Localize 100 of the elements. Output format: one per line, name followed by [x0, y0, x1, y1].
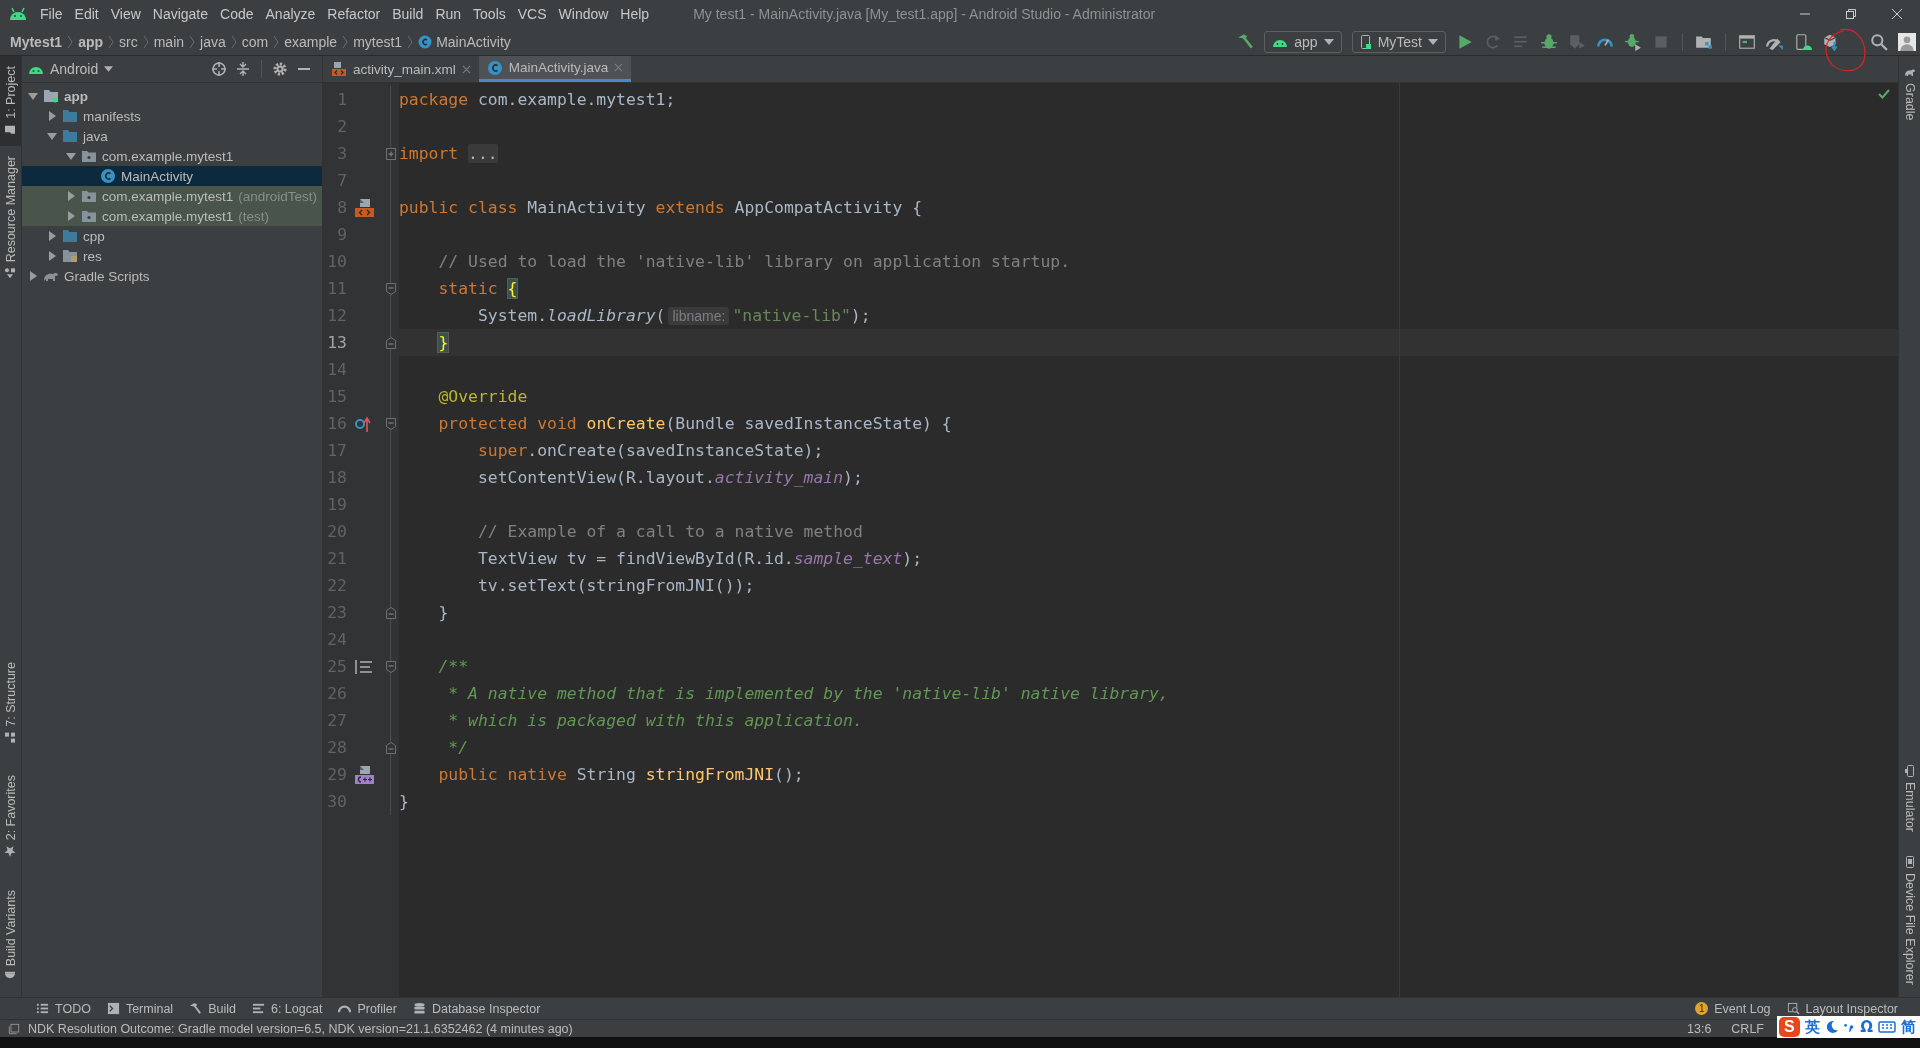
collapse-fold-icon[interactable] — [384, 605, 397, 620]
line-separator[interactable]: CRLF — [1727, 1021, 1768, 1036]
collapse-fold-icon[interactable] — [384, 659, 397, 674]
ime-logo[interactable]: S — [1779, 1017, 1800, 1037]
tool-window-button[interactable]: 6: Logcat — [243, 998, 331, 1019]
breadcrumb-item[interactable]: java — [200, 33, 226, 50]
panel-toggle-icon[interactable] — [8, 1022, 20, 1035]
menu-item[interactable]: Code — [214, 6, 260, 22]
tree-item[interactable]: res — [22, 246, 322, 266]
tool-window-button[interactable]: Terminal — [98, 998, 182, 1019]
tree-item[interactable]: cpp — [22, 226, 322, 246]
collapsed-arrow-icon[interactable] — [47, 251, 57, 261]
menu-item[interactable]: Run — [429, 6, 468, 22]
tool-window-button[interactable]: Database Inspector — [404, 998, 549, 1019]
menu-item[interactable]: File — [34, 6, 69, 22]
search-icon[interactable] — [1870, 32, 1888, 51]
tree-item[interactable]: MainActivity — [22, 166, 322, 186]
native-file-icon[interactable] — [352, 764, 376, 785]
caret-icon — [1428, 38, 1438, 45]
ime-button[interactable]: 简 — [1900, 1017, 1916, 1037]
tree-item[interactable]: java — [22, 126, 322, 146]
android-logo-icon — [8, 7, 28, 21]
tool-window-button[interactable]: Layout Inspector — [1778, 998, 1906, 1019]
editor-tab[interactable]: activity_main.xml — [323, 56, 479, 82]
ime-button[interactable]: 英 — [1804, 1017, 1820, 1037]
moon-icon[interactable] — [1824, 1020, 1839, 1034]
breadcrumb-item[interactable]: main — [153, 33, 185, 50]
menu-item[interactable]: Edit — [68, 6, 105, 22]
expanded-arrow-icon[interactable] — [28, 91, 38, 101]
expanded-arrow-icon[interactable] — [47, 131, 57, 141]
tool-window-tab[interactable]: Gradle — [1899, 56, 1920, 131]
keyboard-icon[interactable] — [1878, 1020, 1897, 1034]
phone-android-icon[interactable] — [1794, 32, 1812, 51]
bug-icon[interactable] — [1540, 32, 1558, 51]
menu-item[interactable]: View — [104, 6, 147, 22]
breadcrumb-item[interactable]: Mytest1 — [10, 33, 63, 50]
caret-position[interactable]: 13:6 — [1683, 1021, 1716, 1036]
expanded-arrow-icon[interactable] — [66, 151, 76, 161]
tree-item[interactable]: Gradle Scripts — [22, 266, 322, 286]
tool-window-button[interactable]: TODO — [28, 998, 99, 1019]
collapsed-arrow-icon[interactable] — [66, 191, 76, 201]
collapsed-arrow-icon[interactable] — [66, 211, 76, 221]
tool-window-button[interactable]: 1 Event Log — [1687, 998, 1779, 1019]
collapse-all-icon[interactable] — [235, 61, 251, 77]
tree-item[interactable]: com.example.mytest1 (androidTest) — [22, 186, 322, 206]
collapsed-arrow-icon[interactable] — [47, 231, 57, 241]
project-view-dropdown[interactable]: Android — [28, 61, 114, 77]
menu-item[interactable]: Analyze — [259, 6, 322, 22]
breadcrumb-item[interactable]: app — [78, 33, 104, 50]
editor-tab[interactable]: MainActivity.java — [478, 56, 632, 82]
collapse-fold-icon[interactable] — [384, 740, 397, 755]
menu-item[interactable]: VCS — [511, 6, 553, 22]
collapse-fold-icon[interactable] — [384, 416, 397, 431]
gear-icon[interactable] — [272, 61, 288, 77]
tree-item[interactable]: manifests — [22, 106, 322, 126]
play-icon[interactable] — [1456, 32, 1474, 51]
tool-window-tab[interactable]: Device File Explorer — [1899, 844, 1920, 997]
run-config-dropdown[interactable]: app — [1264, 30, 1342, 53]
menu-item[interactable]: Refactor — [321, 6, 387, 22]
hammer-icon[interactable] — [1236, 32, 1255, 51]
tool-window-button[interactable]: Profiler — [330, 998, 405, 1019]
avatar-icon[interactable] — [1898, 32, 1916, 51]
tree-item[interactable]: com.example.mytest1 — [22, 146, 322, 166]
menu-item[interactable]: Build — [386, 6, 430, 22]
menu-item[interactable]: Help — [614, 6, 656, 22]
ime-button[interactable]: Ω — [1860, 1018, 1874, 1036]
code-line: @Override — [437, 387, 528, 406]
tool-window-tab[interactable]: 2: Favorites — [0, 757, 21, 872]
close-icon[interactable] — [461, 64, 471, 74]
tool-window-tab[interactable]: 1: Project — [0, 56, 21, 146]
box-download-icon[interactable] — [1822, 32, 1840, 51]
menu-item[interactable]: Navigate — [146, 6, 215, 22]
crosshair-icon[interactable] — [211, 61, 227, 77]
tree-item[interactable]: com.example.mytest1 (test) — [22, 206, 322, 226]
window-icon[interactable] — [1738, 32, 1756, 51]
hammer-icon — [189, 1002, 203, 1015]
tool-window-tab[interactable]: Emulator — [1899, 753, 1920, 845]
tree-item[interactable]: app — [22, 86, 322, 106]
menu-item[interactable]: Tools — [467, 6, 512, 22]
breadcrumb-item[interactable]: com — [241, 33, 269, 50]
tool-window-tab[interactable]: 7: Structure — [0, 643, 21, 758]
code-line: } — [399, 792, 409, 811]
collapse-fold-icon[interactable] — [384, 281, 397, 296]
collapsed-arrow-icon[interactable] — [47, 111, 57, 121]
code-line: } — [437, 603, 449, 622]
breadcrumb-item[interactable]: mytest1 — [353, 33, 403, 50]
layout-file-icon[interactable] — [352, 197, 376, 218]
checkmark-icon[interactable] — [1878, 89, 1890, 99]
breadcrumb-item[interactable]: example — [284, 33, 338, 50]
bug-arrow-icon[interactable] — [1624, 32, 1642, 51]
breadcrumb-item[interactable]: src — [119, 33, 138, 50]
tool-window-tab[interactable]: Resource Manager — [0, 145, 21, 290]
expand-fold-icon[interactable] — [384, 146, 397, 161]
device-dropdown[interactable]: MyTest — [1351, 30, 1446, 53]
collapsed-arrow-icon[interactable] — [28, 271, 38, 281]
breadcrumb-item[interactable]: MainActivity — [418, 33, 511, 50]
menu-item[interactable]: Window — [552, 6, 615, 22]
collapse-fold-icon[interactable] — [384, 335, 397, 350]
tool-window-button[interactable]: Build — [181, 998, 244, 1019]
tool-window-tab[interactable]: Build Variants — [0, 871, 21, 997]
